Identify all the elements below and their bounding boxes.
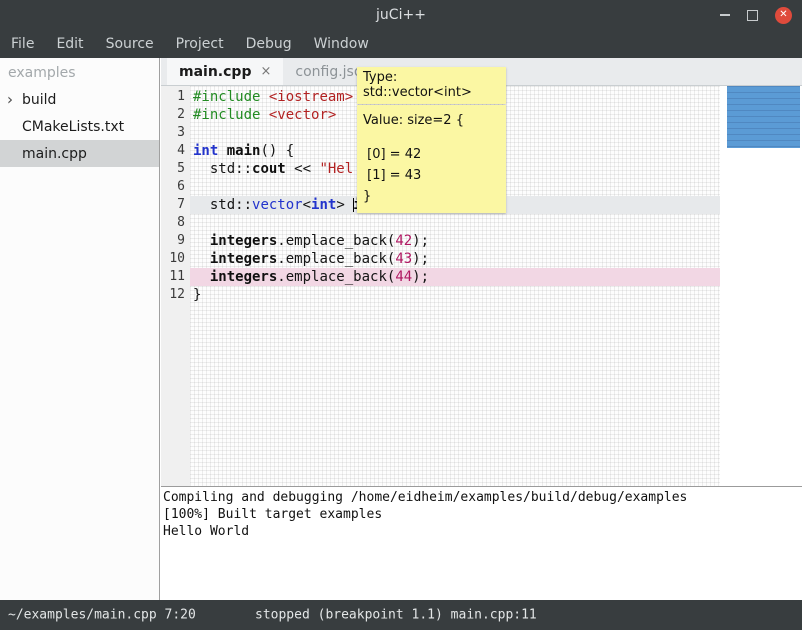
code-line-8[interactable]: [190, 214, 720, 232]
line-number[interactable]: 10: [161, 250, 190, 268]
tree-item-label: build: [22, 92, 56, 108]
code-token: () {: [260, 143, 294, 159]
file-tree: › build CMakeLists.txt main.cpp: [0, 86, 159, 167]
line-number[interactable]: 5: [161, 160, 190, 178]
code-token: <iostream>: [269, 89, 353, 105]
line-number[interactable]: 11: [161, 268, 190, 286]
code-token: #include: [193, 107, 260, 123]
code-token: <vector>: [269, 107, 336, 123]
line-number[interactable]: 1: [161, 88, 190, 106]
line-number[interactable]: 6: [161, 178, 190, 196]
code-token: [193, 269, 210, 285]
code-token: int: [193, 143, 218, 159]
menu-item-source[interactable]: Source: [95, 36, 165, 52]
code-line-11[interactable]: integers.emplace_back(44);: [190, 268, 720, 286]
line-number[interactable]: 8: [161, 214, 190, 232]
code-token: integers: [210, 269, 277, 285]
terminal-line: [100%] Built target examples: [163, 506, 802, 523]
tree-item-cmakelists-txt[interactable]: CMakeLists.txt: [0, 113, 159, 140]
minimize-icon: [720, 14, 730, 16]
code-token: .emplace_back(: [277, 233, 395, 249]
scrollbar-track[interactable]: [720, 86, 802, 486]
status-bar: ~/examples/main.cpp 7:20 stopped (breakp…: [0, 600, 802, 630]
restore-button[interactable]: [747, 10, 758, 21]
code-token: main: [227, 143, 261, 159]
line-number[interactable]: 12: [161, 286, 190, 304]
code-line-9[interactable]: integers.emplace_back(42);: [190, 232, 720, 250]
close-icon: ✕: [779, 10, 787, 20]
tab-close-icon[interactable]: ×: [260, 64, 271, 79]
line-number[interactable]: 4: [161, 142, 190, 160]
line-number[interactable]: 9: [161, 232, 190, 250]
code-token: std::: [193, 161, 252, 177]
tooltip-value-line: [1] = 43: [363, 165, 500, 186]
code-token: 43: [395, 251, 412, 267]
code-token: std::: [193, 197, 252, 213]
tooltip-value-box: Value: size=2 { [0] = 42 [1] = 43}: [357, 105, 506, 213]
line-number[interactable]: 3: [161, 124, 190, 142]
code-token: );: [412, 269, 429, 285]
menu-item-window[interactable]: Window: [303, 36, 380, 52]
chevron-right-icon[interactable]: ›: [7, 90, 13, 108]
tree-item-label: CMakeLists.txt: [22, 119, 124, 135]
scrollbar-thumb[interactable]: [727, 86, 800, 148]
code-token: .emplace_back(: [277, 251, 395, 267]
code-token: int: [311, 197, 336, 213]
code-token: [193, 233, 210, 249]
code-token: [218, 143, 226, 159]
code-token: );: [412, 251, 429, 267]
window-title: juCi++: [376, 7, 426, 23]
code-token: );: [412, 233, 429, 249]
menu-item-debug[interactable]: Debug: [235, 36, 303, 52]
tooltip-value-line: Value: size=2 {: [363, 110, 500, 131]
code-token: cout: [252, 161, 286, 177]
code-token: >: [336, 197, 353, 213]
tab-label: main.cpp: [179, 64, 251, 80]
app-window: juCi++ ✕ FileEditSourceProjectDebugWindo…: [0, 0, 802, 630]
tab-main-cpp[interactable]: main.cpp ×: [167, 58, 283, 85]
terminal-line: Hello World: [163, 523, 802, 540]
code-token: [260, 107, 268, 123]
code-token: [260, 89, 268, 105]
code-token: 42: [395, 233, 412, 249]
menu-item-file[interactable]: File: [0, 36, 45, 52]
terminal-line: Compiling and debugging /home/eidheim/ex…: [163, 489, 802, 506]
code-token: integers: [210, 251, 277, 267]
line-number[interactable]: 2: [161, 106, 190, 124]
tooltip-value-line: }: [363, 186, 500, 207]
restore-icon: [747, 10, 758, 21]
menu-item-edit[interactable]: Edit: [45, 36, 94, 52]
sidebar: examples › build CMakeLists.txt main.cpp: [0, 58, 160, 600]
close-button[interactable]: ✕: [775, 7, 792, 24]
title-bar: juCi++ ✕: [0, 0, 802, 30]
code-token: 44: [395, 269, 412, 285]
code-token: .emplace_back(: [277, 269, 395, 285]
tree-item-build[interactable]: › build: [0, 86, 159, 113]
code-token: "Hel: [319, 161, 353, 177]
status-file-position: ~/examples/main.cpp 7:20: [8, 608, 196, 623]
code-token: integers: [210, 233, 277, 249]
window-controls: ✕: [720, 0, 792, 30]
menu-item-project[interactable]: Project: [165, 36, 235, 52]
minimize-button[interactable]: [720, 14, 730, 16]
debug-tooltip: Type: std::vector<int> Value: size=2 { […: [357, 67, 506, 213]
code-token: [193, 251, 210, 267]
tree-item-label: main.cpp: [22, 146, 87, 162]
project-name: examples: [0, 58, 159, 86]
tooltip-value-line: [0] = 42: [363, 144, 500, 165]
line-number[interactable]: 7: [161, 196, 190, 214]
code-token: <<: [286, 161, 320, 177]
tooltip-type-line: Type: std::vector<int>: [357, 67, 506, 104]
menu-bar: FileEditSourceProjectDebugWindow: [0, 30, 802, 58]
tree-item-main-cpp[interactable]: main.cpp: [0, 140, 159, 167]
code-token: }: [193, 287, 201, 303]
line-number-gutter: 123456789101112: [161, 86, 190, 486]
code-token: <: [303, 197, 311, 213]
code-line-12[interactable]: }: [190, 286, 720, 304]
code-token: vector: [252, 197, 303, 213]
code-line-10[interactable]: integers.emplace_back(43);: [190, 250, 720, 268]
status-debug-state: stopped (breakpoint 1.1) main.cpp:11: [255, 608, 537, 623]
terminal-output[interactable]: Compiling and debugging /home/eidheim/ex…: [161, 487, 802, 600]
code-token: #include: [193, 89, 260, 105]
